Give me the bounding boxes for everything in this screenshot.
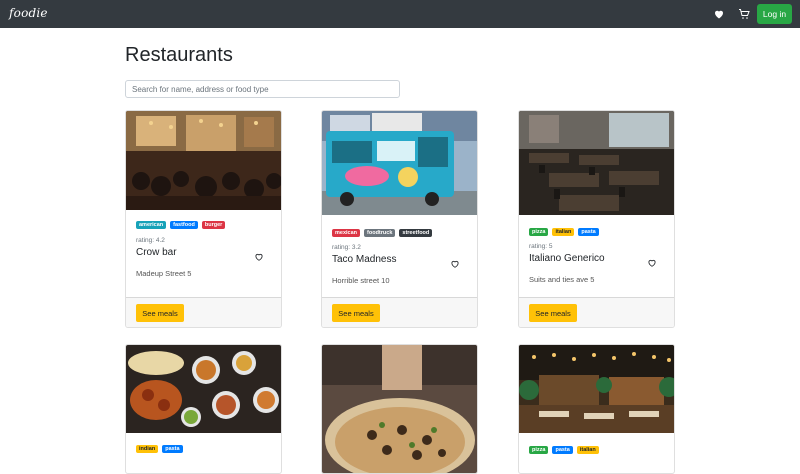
tag-list: pizza pasta italian	[529, 446, 599, 454]
tag-list: pizza italian pasta	[529, 228, 599, 236]
restaurant-card: mexican foodtruck streetfood rating: 3.2…	[321, 110, 478, 328]
restaurant-card	[321, 344, 478, 474]
tag-list: american fastfood burger	[136, 221, 226, 229]
favorite-heart-icon[interactable]	[647, 255, 657, 267]
card-footer: See meals	[126, 297, 281, 327]
card-footer: See meals	[519, 297, 674, 327]
restaurant-card: american fastfood burger rating: 4.2 Cro…	[125, 110, 282, 328]
page-title: Restaurants	[125, 44, 233, 66]
tag-badge[interactable]: pasta	[162, 445, 183, 453]
restaurant-name: Crow bar	[136, 247, 177, 258]
restaurant-image	[126, 345, 281, 433]
card-body: mexican foodtruck streetfood rating: 3.2…	[322, 215, 477, 298]
restaurant-name: Italiano Generico	[529, 253, 605, 264]
search-input[interactable]	[125, 80, 400, 98]
tag-list: mexican foodtruck streetfood	[332, 229, 433, 237]
restaurant-card: indian pasta	[125, 344, 282, 474]
restaurant-image	[519, 345, 674, 433]
restaurant-image	[519, 111, 674, 215]
restaurant-name: Taco Madness	[332, 254, 397, 265]
tag-badge[interactable]: italian	[552, 228, 575, 236]
tag-badge[interactable]: foodtruck	[364, 229, 396, 237]
tag-badge[interactable]: indian	[136, 445, 159, 453]
see-meals-button[interactable]: See meals	[332, 304, 380, 322]
favorite-heart-icon[interactable]	[254, 249, 264, 261]
tag-badge[interactable]: burger	[201, 221, 226, 229]
restaurant-address: Horrible street 10	[332, 276, 390, 285]
card-footer: See meals	[322, 297, 477, 327]
rating-text: rating: 4.2	[136, 237, 165, 244]
restaurant-image	[322, 345, 477, 473]
tag-badge[interactable]: american	[136, 221, 167, 229]
tag-badge[interactable]: pasta	[578, 228, 599, 236]
rating-text: rating: 3.2	[332, 244, 361, 251]
restaurant-address: Suits and ties ave 5	[529, 275, 595, 284]
card-body: american fastfood burger rating: 4.2 Cro…	[126, 210, 281, 298]
restaurant-image	[322, 111, 477, 215]
restaurant-address: Madeup Street 5	[136, 269, 192, 278]
heart-icon[interactable]	[713, 8, 726, 21]
see-meals-button[interactable]: See meals	[136, 304, 184, 322]
restaurant-image	[126, 111, 281, 210]
card-body: pizza pasta italian	[519, 433, 674, 473]
tag-badge[interactable]: pasta	[552, 446, 573, 454]
tag-list: indian pasta	[136, 445, 183, 453]
see-meals-button[interactable]: See meals	[529, 304, 577, 322]
brand-logo[interactable]: foodie	[9, 6, 48, 20]
navbar: foodie Log in	[0, 0, 800, 28]
tag-badge[interactable]: fastfood	[170, 221, 198, 229]
favorite-heart-icon[interactable]	[450, 256, 460, 268]
rating-text: rating: 5	[529, 243, 553, 250]
tag-badge[interactable]: mexican	[332, 229, 361, 237]
tag-badge[interactable]: pizza	[529, 228, 549, 236]
login-button[interactable]: Log in	[757, 4, 792, 24]
tag-badge[interactable]: pizza	[529, 446, 549, 454]
card-body: indian pasta	[126, 433, 281, 473]
restaurant-card: pizza pasta italian	[518, 344, 675, 474]
cart-icon[interactable]	[738, 8, 751, 21]
tag-badge[interactable]: italian	[576, 446, 599, 454]
restaurant-card: pizza italian pasta rating: 5 Italiano G…	[518, 110, 675, 328]
tag-badge[interactable]: streetfood	[399, 229, 433, 237]
card-body: pizza italian pasta rating: 5 Italiano G…	[519, 215, 674, 298]
